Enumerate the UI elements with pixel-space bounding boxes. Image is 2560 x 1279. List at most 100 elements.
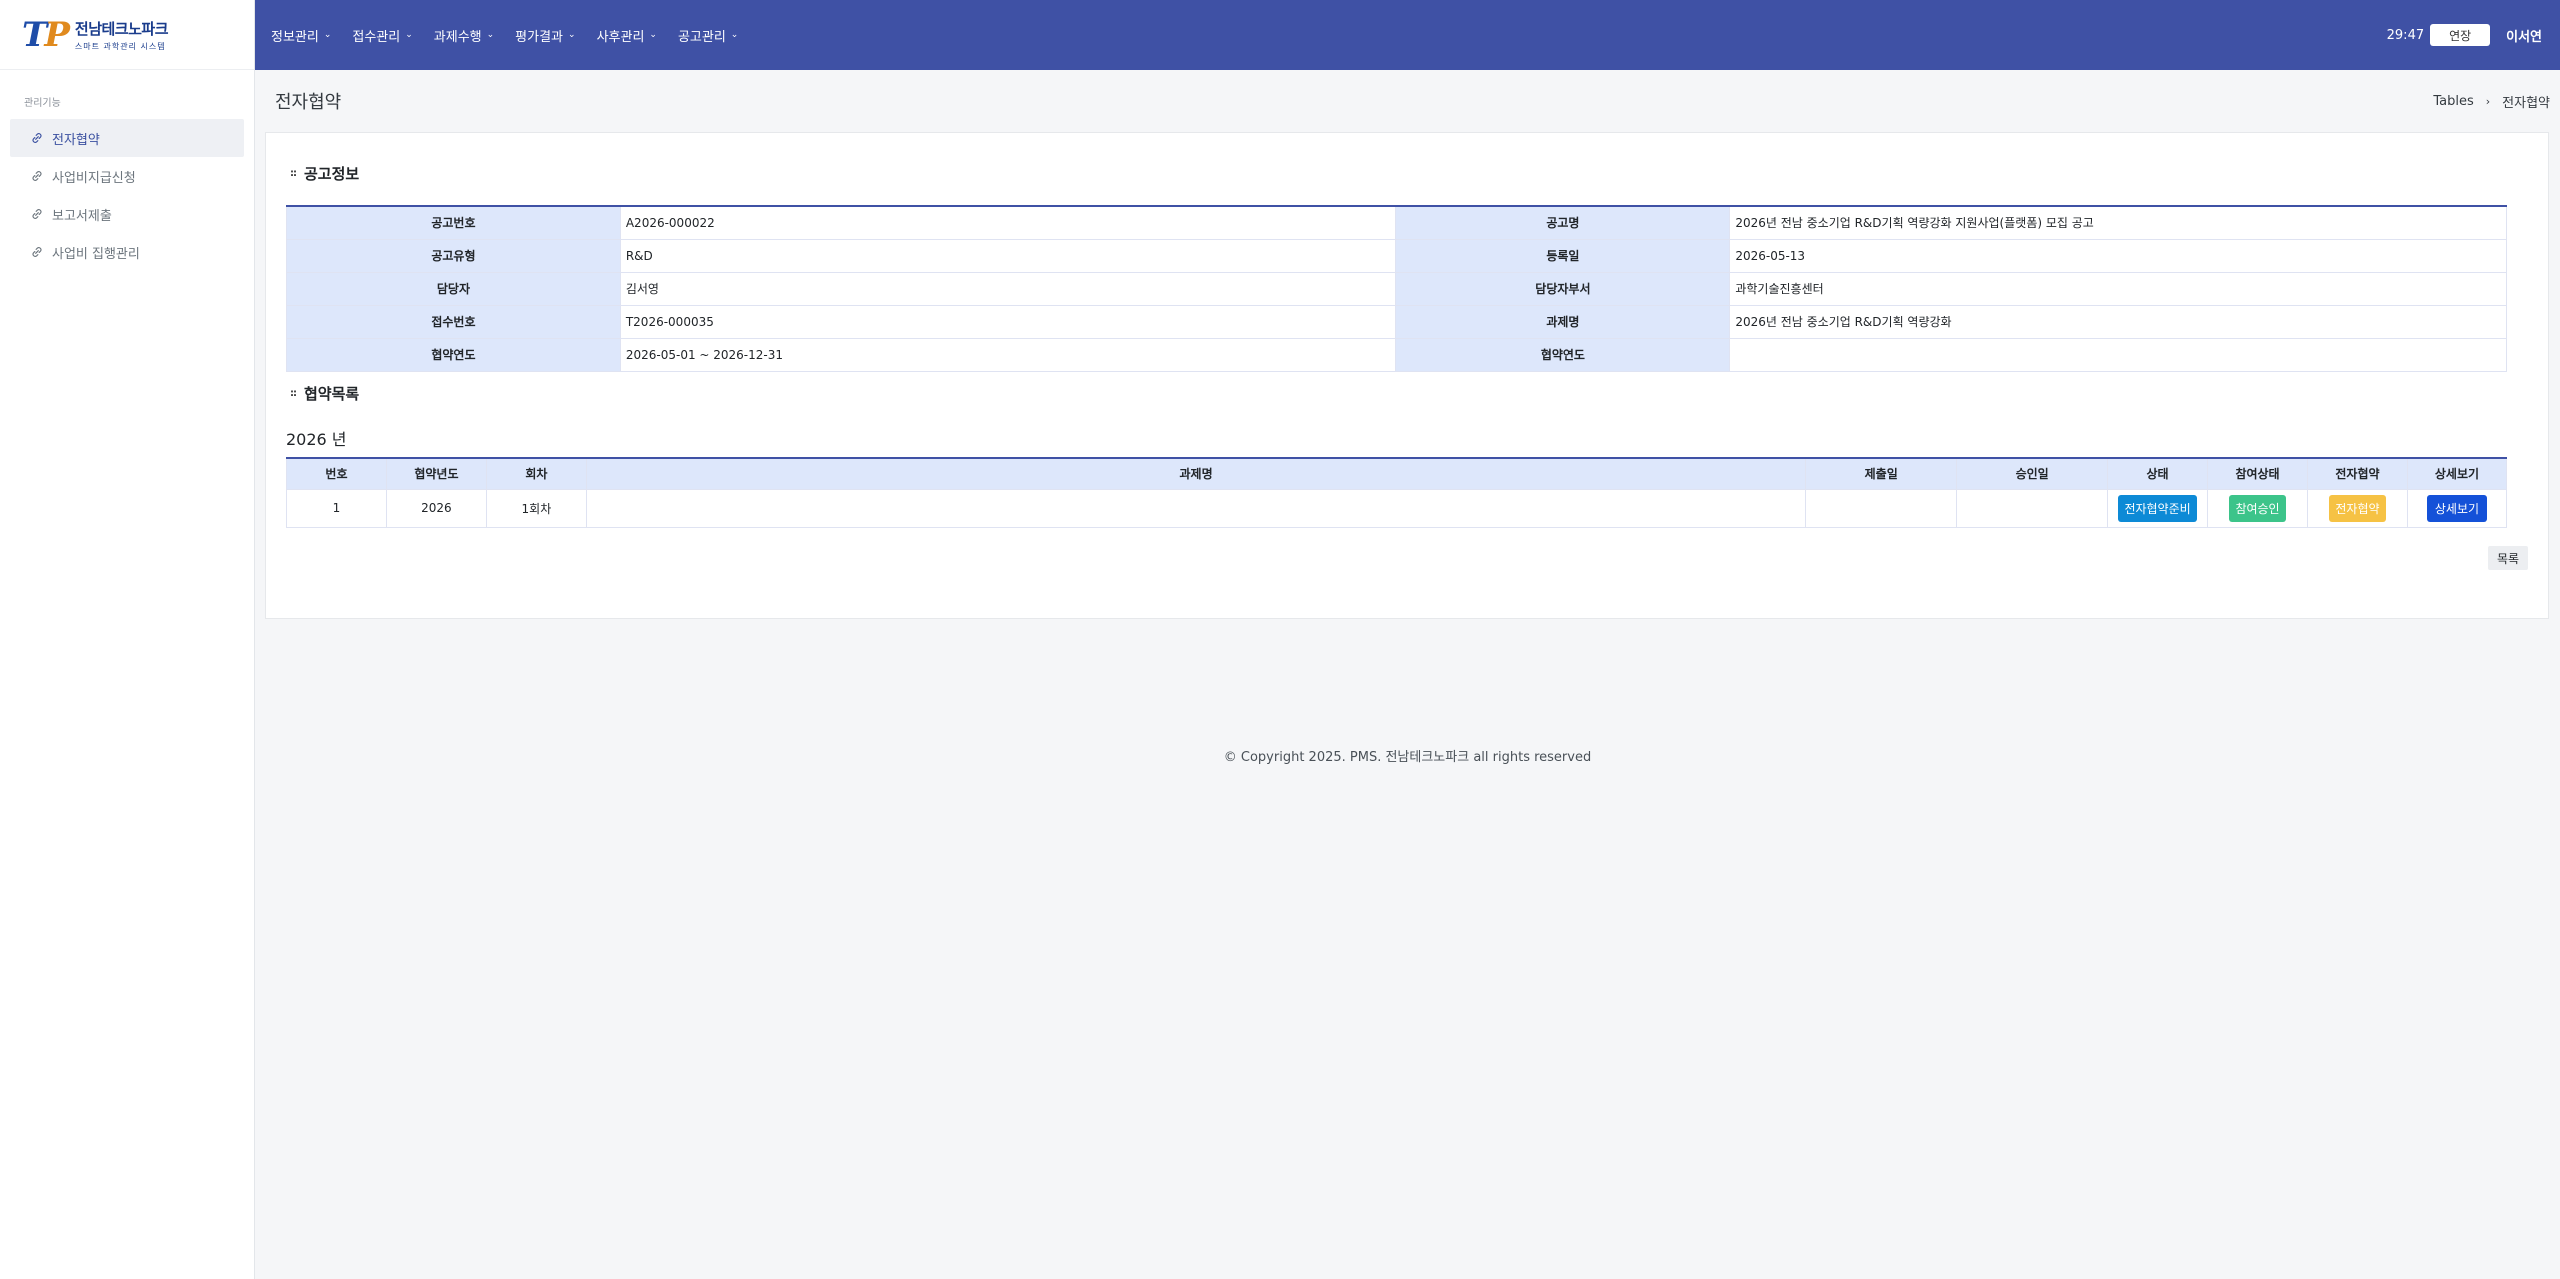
main-content: 전자협약 Tables › 전자협약 :: 공고정보 공고번호 A2026-00… <box>255 70 2560 1279</box>
value-registered-date: 2026-05-13 <box>1729 238 2507 273</box>
col-round: 회차 <box>485 457 587 490</box>
sidebar-section-label: 관리기능 <box>24 98 61 109</box>
chevron-down-icon: ⌄ <box>568 30 576 40</box>
link-icon <box>32 133 42 143</box>
table-row: 담당자 김서영 담당자부서 과학기술진흥센터 <box>286 271 2507 306</box>
participation-badge: 참여승인 <box>2229 494 2286 522</box>
col-number: 번호 <box>286 457 387 490</box>
label-notice-number: 공고번호 <box>286 205 621 240</box>
nav-project-execution[interactable]: 과제수행 ⌄ <box>434 26 494 45</box>
table-row: 공고유형 R&D 등록일 2026-05-13 <box>286 238 2507 273</box>
notice-info-table: 공고번호 A2026-000022 공고명 2026년 전남 중소기업 R&D기… <box>286 205 2507 372</box>
logo-subtitle: 스마트 과학관리 시스템 <box>74 41 166 51</box>
cell-project-name <box>585 488 1807 528</box>
nav-reception-management[interactable]: 접수관리 ⌄ <box>352 26 412 45</box>
link-icon <box>32 171 42 181</box>
chevron-down-icon: ⌄ <box>649 30 657 40</box>
cell-participation-status: 참여승인 <box>2207 488 2308 528</box>
cell-agreement-year: 2026 <box>385 488 487 528</box>
value-manager: 김서영 <box>619 271 1397 306</box>
agreement-list-table: 번호 협약년도 회차 과제명 제출일 승인일 상태 참여상태 전자협약 상세보기… <box>286 457 2508 528</box>
section-bullet-icon: :: <box>290 387 297 399</box>
session-timer: 29:47 <box>2386 27 2425 43</box>
cell-number: 1 <box>286 488 387 528</box>
cell-status: 전자협약준비 <box>2107 488 2209 528</box>
agreement-list-heading: :: 협약목록 <box>290 385 360 403</box>
label-notice-type: 공고유형 <box>286 238 621 273</box>
cell-round: 1회차 <box>485 488 587 528</box>
nav-info-management[interactable]: 정보관리 ⌄ <box>271 26 331 45</box>
nav-notice-management[interactable]: 공고관리 ⌄ <box>678 26 738 45</box>
col-participation-status: 참여상태 <box>2207 457 2308 490</box>
table-row: 접수번호 T2026-000035 과제명 2026년 전남 중소기업 R&D기… <box>286 304 2507 339</box>
col-detail: 상세보기 <box>2406 457 2508 490</box>
notice-info-heading: :: 공고정보 <box>290 165 360 183</box>
sidebar-item-e-agreement[interactable]: 전자협약 <box>10 119 244 157</box>
user-name[interactable]: 이서연 <box>2506 26 2542 45</box>
sidebar-item-label: 전자협약 <box>52 132 100 148</box>
value-notice-number: A2026-000022 <box>619 205 1397 240</box>
agreement-year-heading: 2026 년 <box>286 430 347 449</box>
value-reception-number: T2026-000035 <box>619 304 1397 339</box>
link-icon <box>32 209 42 219</box>
value-agreement-period: 2026-05-01 ~ 2026-12-31 <box>619 337 1397 372</box>
value-manager-department: 과학기술진흥센터 <box>1729 271 2507 306</box>
breadcrumb-current: 전자협약 <box>2502 96 2550 111</box>
cell-detail: 상세보기 <box>2406 488 2508 528</box>
col-submitted-date: 제출일 <box>1805 457 1958 490</box>
label-project-name: 과제명 <box>1395 304 1731 339</box>
value-agreement-year <box>1729 337 2507 372</box>
value-project-name: 2026년 전남 중소기업 R&D기획 역량강화 <box>1729 304 2507 339</box>
cell-e-agreement: 전자협약 <box>2307 488 2408 528</box>
logo-title: 전남테크노파크 <box>74 19 169 38</box>
page-title: 전자협약 <box>275 92 342 113</box>
table-row: 1 2026 1회차 전자협약준비 참여승인 전자협약 상세보기 <box>286 488 2508 528</box>
nav-evaluation-results[interactable]: 평가결과 ⌄ <box>515 26 575 45</box>
e-agreement-button[interactable]: 전자협약 <box>2329 494 2386 522</box>
col-status: 상태 <box>2107 457 2209 490</box>
sidebar: TP 전남테크노파크 스마트 과학관리 시스템 관리기능 전자협약 사업비지급신… <box>0 0 255 1279</box>
label-manager: 담당자 <box>286 271 621 306</box>
table-header-row: 번호 협약년도 회차 과제명 제출일 승인일 상태 참여상태 전자협약 상세보기 <box>286 457 2508 490</box>
col-e-agreement: 전자협약 <box>2307 457 2408 490</box>
col-agreement-year: 협약년도 <box>385 457 487 490</box>
col-approved-date: 승인일 <box>1956 457 2109 490</box>
label-agreement-year: 협약연도 <box>1395 337 1731 372</box>
chevron-down-icon: ⌄ <box>730 30 739 40</box>
breadcrumb: Tables › 전자협약 <box>2433 92 2550 111</box>
logo[interactable]: TP 전남테크노파크 스마트 과학관리 시스템 <box>0 0 254 70</box>
label-registered-date: 등록일 <box>1395 238 1731 273</box>
logo-mark: TP <box>22 14 70 55</box>
chevron-down-icon: ⌄ <box>486 30 495 40</box>
chevron-right-icon: › <box>2485 95 2491 108</box>
breadcrumb-tables[interactable]: Tables <box>2433 94 2473 109</box>
extend-session-button[interactable]: 연장 <box>2430 24 2491 46</box>
label-agreement-period: 협약연도 <box>286 337 621 372</box>
cell-approved-date <box>1956 488 2109 528</box>
status-badge: 전자협약준비 <box>2118 494 2197 522</box>
sidebar-item-label: 사업비지급신청 <box>52 170 136 186</box>
sidebar-item-payment-request[interactable]: 사업비지급신청 <box>10 157 244 195</box>
chevron-down-icon: ⌄ <box>405 30 413 40</box>
table-row: 협약연도 2026-05-01 ~ 2026-12-31 협약연도 <box>286 337 2507 372</box>
label-notice-name: 공고명 <box>1395 205 1731 240</box>
label-manager-department: 담당자부서 <box>1395 271 1731 306</box>
sidebar-item-report-submission[interactable]: 보고서제출 <box>10 195 244 233</box>
sidebar-item-label: 보고서제출 <box>52 208 112 224</box>
cell-submitted-date <box>1805 488 1958 528</box>
col-project-name: 과제명 <box>585 457 1807 490</box>
list-button[interactable]: 목록 <box>2488 546 2528 570</box>
label-reception-number: 접수번호 <box>286 304 621 339</box>
content-card: :: 공고정보 공고번호 A2026-000022 공고명 2026년 전남 중… <box>265 132 2549 619</box>
sidebar-item-label: 사업비 집행관리 <box>52 246 140 262</box>
link-icon <box>32 247 42 257</box>
value-notice-type: R&D <box>619 238 1397 273</box>
detail-button[interactable]: 상세보기 <box>2426 494 2488 522</box>
section-bullet-icon: :: <box>290 167 297 179</box>
sidebar-item-expense-management[interactable]: 사업비 집행관리 <box>10 233 244 271</box>
top-navbar: 정보관리 ⌄ 접수관리 ⌄ 과제수행 ⌄ 평가결과 ⌄ 사후관리 ⌄ 공고관리 ⌄ 29:4… <box>255 0 2560 70</box>
chevron-down-icon: ⌄ <box>323 30 332 40</box>
footer-copyright: © Copyright 2025. PMS. 전남테크노파크 all right… <box>1223 750 1592 765</box>
nav-post-management[interactable]: 사후관리 ⌄ <box>597 26 657 45</box>
value-notice-name: 2026년 전남 중소기업 R&D기획 역량강화 지원사업(플랫폼) 모집 공고 <box>1729 205 2507 240</box>
